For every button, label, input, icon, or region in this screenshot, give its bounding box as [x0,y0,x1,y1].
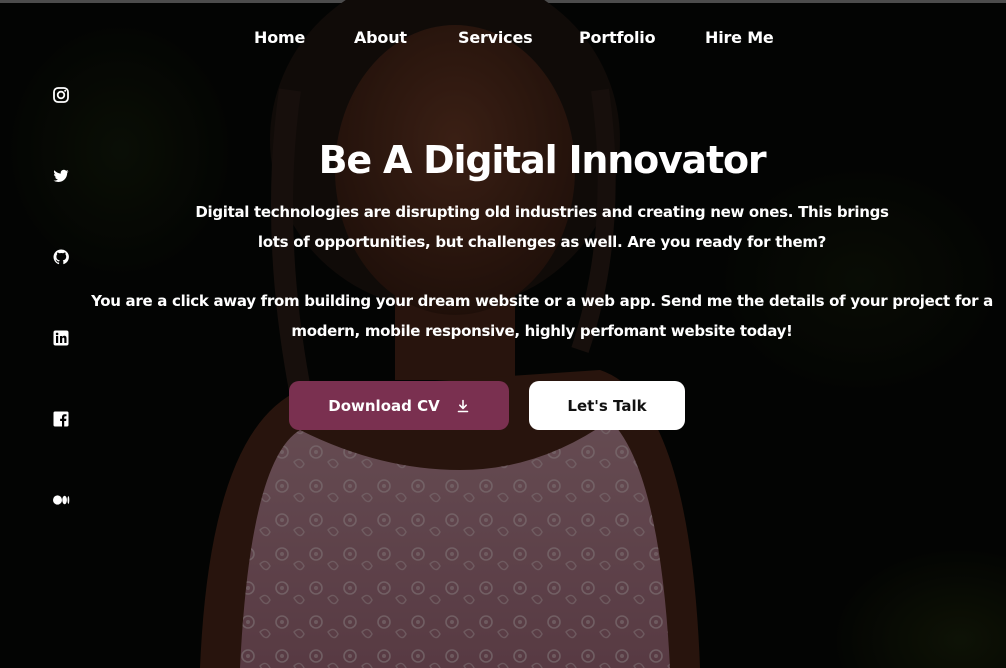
lets-talk-label: Let's Talk [567,396,647,415]
nav-hire-me[interactable]: Hire Me [705,28,774,47]
nav-services[interactable]: Services [458,28,533,47]
nav-portfolio[interactable]: Portfolio [579,28,656,47]
nav-about[interactable]: About [354,28,407,47]
download-cv-button[interactable]: Download CV [289,381,509,430]
instagram-icon[interactable] [52,86,70,104]
hero-headline: Be A Digital Innovator [318,138,767,182]
download-cv-label: Download CV [328,396,440,415]
hero-paragraph-2-line-2: modern, mobile responsive, highly perfom… [291,322,793,340]
download-icon [456,399,470,413]
hero-section: Home About Services Portfolio Hire Me Be… [0,0,1006,668]
hero-paragraph-1-line-2: lots of opportunities, but challenges as… [257,233,827,251]
medium-icon[interactable] [52,491,70,509]
hero-paragraph-1-line-1: Digital technologies are disrupting old … [195,203,889,221]
main-nav: Home About Services Portfolio Hire Me [0,28,1006,52]
hero-paragraph-2: You are a click away from building your … [0,286,1006,346]
facebook-icon[interactable] [52,410,70,428]
hero-paragraph-2-line-1: You are a click away from building your … [91,292,993,310]
hero-paragraph-1: Digital technologies are disrupting old … [0,197,1006,257]
lets-talk-button[interactable]: Let's Talk [529,381,685,430]
nav-home[interactable]: Home [254,28,305,47]
